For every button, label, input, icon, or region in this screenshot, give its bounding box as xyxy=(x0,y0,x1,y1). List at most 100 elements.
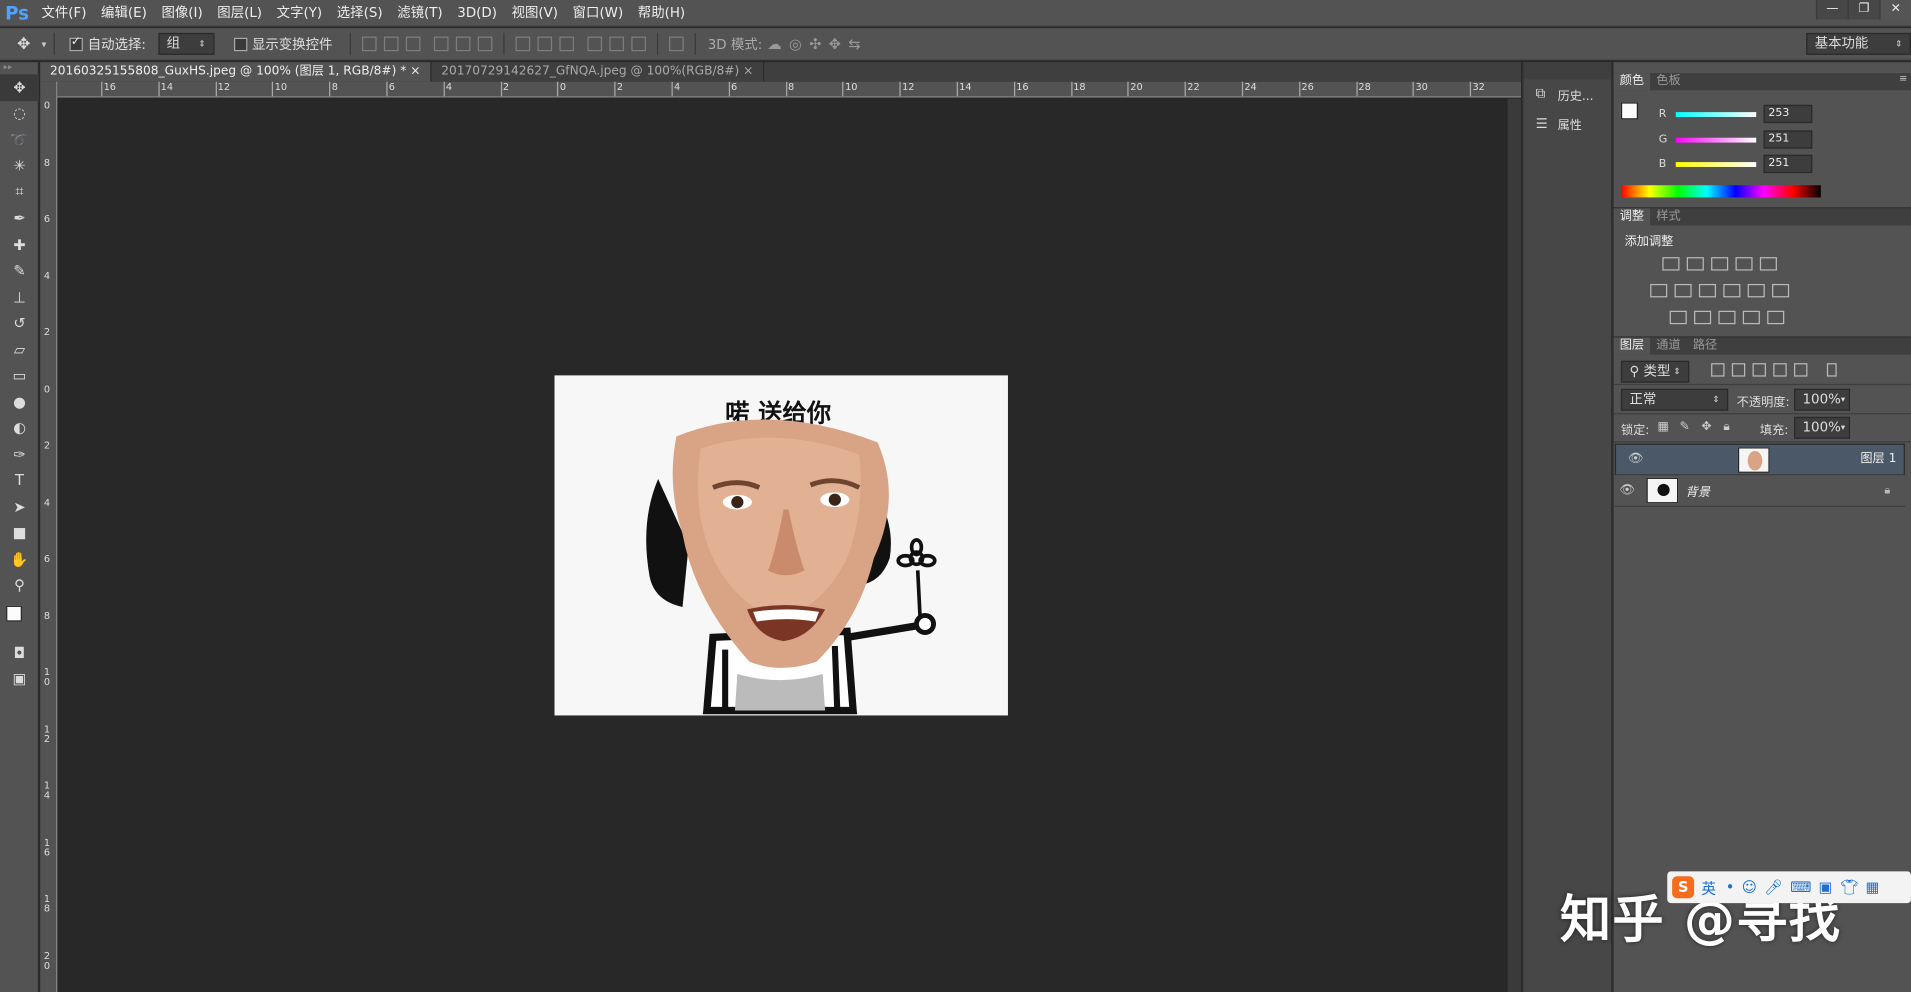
show-transform-checkbox[interactable] xyxy=(233,37,248,51)
filter-toggle-icon[interactable] xyxy=(1826,363,1837,377)
menu-help[interactable]: 帮助(H) xyxy=(630,0,692,26)
menu-3d[interactable]: 3D(D) xyxy=(450,0,504,26)
green-value-field[interactable]: 251 xyxy=(1763,130,1813,149)
distribute-top-icon[interactable] xyxy=(515,36,530,52)
black-white-icon[interactable] xyxy=(1698,283,1716,298)
layer-name[interactable]: 图层 1 xyxy=(1860,450,1896,470)
eraser-tool-icon[interactable]: ▱ xyxy=(0,336,39,362)
distribute-vcenter-icon[interactable] xyxy=(537,36,552,52)
menu-layer[interactable]: 图层(L) xyxy=(210,0,269,26)
blur-tool-icon[interactable]: ● xyxy=(0,389,39,415)
history-brush-tool-icon[interactable]: ↺ xyxy=(0,310,39,336)
tab-document-2[interactable]: 20170729142627_GfNQA.jpeg @ 100%(RGB/8#)… xyxy=(431,62,765,82)
posterize-icon[interactable] xyxy=(1694,310,1712,325)
hand-tool-icon[interactable]: ✋ xyxy=(0,546,39,572)
type-tool-icon[interactable]: T xyxy=(0,467,39,493)
tab-color[interactable]: 颜色 xyxy=(1613,73,1651,91)
exposure-adjust-icon[interactable] xyxy=(1735,257,1753,271)
tab-adjustments[interactable]: 调整 xyxy=(1613,208,1651,226)
marquee-tool-icon[interactable]: ◌ xyxy=(0,101,39,127)
menu-image[interactable]: 图像(I) xyxy=(154,0,210,26)
align-left-icon[interactable] xyxy=(433,36,449,52)
layer-filter-dropdown[interactable]: ⚲ 类型 ⇕ xyxy=(1620,360,1690,383)
menu-type[interactable]: 文字(Y) xyxy=(269,0,329,26)
vibrance-adjust-icon[interactable] xyxy=(1759,257,1777,271)
eye-icon[interactable]: 👁︎ xyxy=(1623,450,1647,470)
levels-adjust-icon[interactable] xyxy=(1686,257,1704,271)
menu-file[interactable]: 文件(F) xyxy=(34,0,94,26)
channel-mixer-icon[interactable] xyxy=(1747,283,1765,298)
menu-edit[interactable]: 编辑(E) xyxy=(94,0,154,26)
history-panel-button[interactable]: ⧉ 历史... xyxy=(1523,79,1611,108)
auto-select-checkbox[interactable] xyxy=(69,35,83,51)
eye-icon[interactable]: 👁︎ xyxy=(1615,484,1639,497)
opacity-field[interactable]: 100% ▾ xyxy=(1794,388,1851,411)
auto-select-dropdown[interactable]: 组 ⇕ xyxy=(158,32,215,55)
layer-row-background[interactable]: 👁︎ 背景 🔒︎ xyxy=(1614,475,1905,507)
distribute-right-icon[interactable] xyxy=(630,36,646,52)
eyedropper-tool-icon[interactable]: ✒ xyxy=(0,205,39,231)
distribute-left-icon[interactable] xyxy=(587,36,602,52)
path-selection-tool-icon[interactable]: ➤ xyxy=(0,494,39,520)
close-icon[interactable]: × xyxy=(410,65,420,78)
screen-mode-icon[interactable]: ▣ xyxy=(0,666,39,692)
menu-select[interactable]: 选择(S) xyxy=(329,0,389,26)
color-swatches[interactable] xyxy=(0,598,38,639)
tab-layers[interactable]: 图层 xyxy=(1613,337,1651,355)
align-bottom-icon[interactable] xyxy=(405,36,421,52)
menu-filter[interactable]: 滤镜(T) xyxy=(390,0,450,26)
menu-view[interactable]: 视图(V) xyxy=(504,0,565,26)
lasso-tool-icon[interactable]: ➰ xyxy=(0,127,39,153)
menu-window[interactable]: 窗口(W) xyxy=(565,0,630,26)
document-image[interactable]: 喏 送给你 xyxy=(554,375,1008,716)
close-icon[interactable]: × xyxy=(743,65,753,78)
color-balance-icon[interactable] xyxy=(1674,283,1692,298)
properties-panel-button[interactable]: ☰ 属性 xyxy=(1523,108,1611,137)
rectangle-tool-icon[interactable]: ■ xyxy=(0,520,39,546)
auto-align-icon[interactable] xyxy=(668,36,684,52)
lock-pixels-icon[interactable]: ✎ xyxy=(1679,420,1701,433)
curves-adjust-icon[interactable] xyxy=(1711,257,1729,271)
clone-stamp-tool-icon[interactable]: ⊥ xyxy=(0,284,39,310)
crop-tool-icon[interactable]: ⌗ xyxy=(0,179,39,205)
lock-transparent-icon[interactable]: ▦ xyxy=(1658,420,1680,433)
zoom-tool-icon[interactable]: ⚲ xyxy=(0,572,39,598)
chevron-down-icon[interactable]: ▾ xyxy=(41,38,46,49)
distribute-hcenter-icon[interactable] xyxy=(609,36,624,52)
pen-tool-icon[interactable]: ✑ xyxy=(0,441,39,467)
align-vcenter-icon[interactable] xyxy=(383,36,399,52)
invert-icon[interactable] xyxy=(1669,310,1687,325)
hue-saturation-icon[interactable] xyxy=(1650,283,1668,298)
brush-tool-icon[interactable]: ✎ xyxy=(0,258,39,284)
align-top-icon[interactable] xyxy=(361,36,377,52)
color-lookup-icon[interactable] xyxy=(1772,283,1790,298)
green-slider[interactable]: G 251 xyxy=(1659,130,1813,149)
workspace-dropdown[interactable]: 基本功能 ⇕ xyxy=(1806,32,1911,55)
tab-styles[interactable]: 样式 xyxy=(1650,208,1687,225)
restore-button[interactable]: ❐ xyxy=(1847,0,1880,20)
ime-mode[interactable]: 英 xyxy=(1701,877,1716,898)
distribute-bottom-icon[interactable] xyxy=(559,36,574,52)
minimize-button[interactable]: — xyxy=(1815,0,1848,20)
panel-menu-icon[interactable]: ≡ xyxy=(1899,73,1911,90)
gradient-map-icon[interactable] xyxy=(1767,310,1785,325)
red-slider[interactable]: R 253 xyxy=(1659,104,1813,124)
tab-swatches[interactable]: 色板 xyxy=(1650,73,1687,90)
color-spectrum-bar[interactable] xyxy=(1620,185,1821,198)
align-right-icon[interactable] xyxy=(477,36,493,52)
tab-paths[interactable]: 路径 xyxy=(1687,338,1724,355)
align-hcenter-icon[interactable] xyxy=(455,36,471,52)
filter-adjustment-icon[interactable] xyxy=(1731,363,1746,377)
foreground-color-swatch[interactable] xyxy=(1620,102,1638,120)
foreground-color-swatch[interactable] xyxy=(6,605,22,622)
layer-row-1[interactable]: 👁︎ 图层 1 xyxy=(1614,443,1905,476)
ime-tools-icon[interactable]: •☺🎤︎⌨▣👕︎▦ xyxy=(1726,879,1887,896)
layer-name[interactable]: 背景 xyxy=(1686,481,1710,499)
magic-wand-tool-icon[interactable]: ✳ xyxy=(0,153,39,179)
filter-type-icon[interactable] xyxy=(1752,363,1766,377)
close-button[interactable]: ✕ xyxy=(1879,0,1911,20)
threshold-icon[interactable] xyxy=(1718,310,1736,325)
gradient-tool-icon[interactable]: ▭ xyxy=(0,363,39,389)
filter-pixel-icon[interactable] xyxy=(1711,363,1725,377)
blue-slider[interactable]: B 251 xyxy=(1659,154,1813,174)
